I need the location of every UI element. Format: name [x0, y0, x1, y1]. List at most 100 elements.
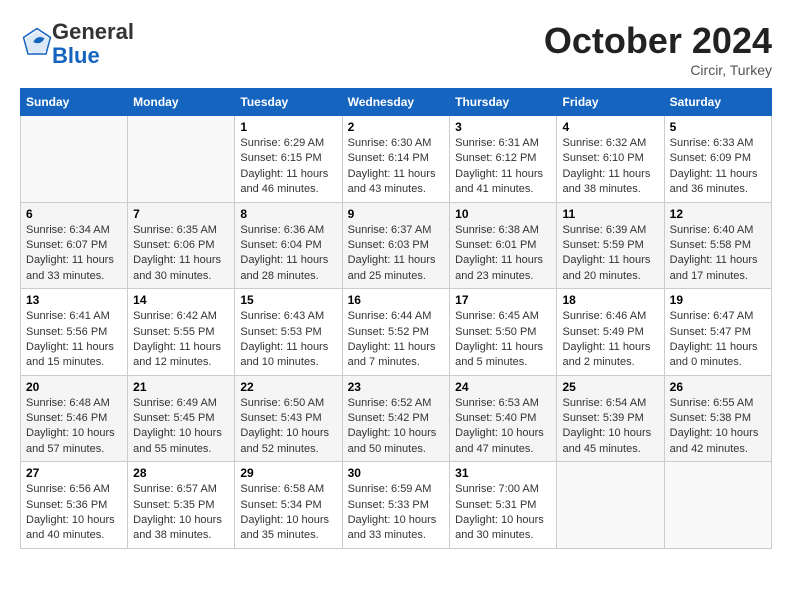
day-info: Sunrise: 6:39 AMSunset: 5:59 PMDaylight:…: [562, 223, 658, 285]
day-info: Sunrise: 6:34 AMSunset: 6:07 PMDaylight:…: [26, 223, 122, 285]
day-info: Sunrise: 6:48 AMSunset: 5:46 PMDaylight:…: [26, 396, 122, 458]
calendar-cell: 19Sunrise: 6:47 AMSunset: 5:47 PMDayligh…: [664, 289, 771, 376]
calendar-cell: 17 Sunrise: 6:45 AMSunset: 5:50 PMDayligh…: [450, 289, 557, 376]
day-number: 5: [670, 120, 766, 134]
day-number: 3: [455, 120, 551, 134]
day-header-sunday: Sunday: [21, 89, 128, 116]
day-number: 25: [562, 380, 658, 394]
day-number: 13: [26, 293, 122, 307]
day-number: 2: [348, 120, 445, 134]
calendar-cell: 1Sunrise: 6:29 AMSunset: 6:15 PMDaylight…: [235, 116, 342, 203]
calendar-cell: 30Sunrise: 6:59 AMSunset: 5:33 PMDayligh…: [342, 462, 450, 549]
day-number: 29: [240, 466, 336, 480]
day-number: 16: [348, 293, 445, 307]
day-info: Sunrise: 6:58 AMSunset: 5:34 PMDaylight:…: [240, 482, 336, 544]
calendar-cell: 23Sunrise: 6:52 AMSunset: 5:42 PMDayligh…: [342, 375, 450, 462]
day-info: Sunrise: 6:40 AMSunset: 5:58 PMDaylight:…: [670, 223, 766, 285]
day-number: 8: [240, 207, 336, 221]
day-number: 28: [133, 466, 229, 480]
day-info: Sunrise: 6:57 AMSunset: 5:35 PMDaylight:…: [133, 482, 229, 544]
day-info: Sunrise: 6:32 AMSunset: 6:10 PMDaylight:…: [562, 136, 658, 198]
day-info: Sunrise: 6:55 AMSunset: 5:38 PMDaylight:…: [670, 396, 766, 458]
calendar-cell: 26Sunrise: 6:55 AMSunset: 5:38 PMDayligh…: [664, 375, 771, 462]
calendar-cell: 7Sunrise: 6:35 AMSunset: 6:06 PMDaylight…: [128, 202, 235, 289]
day-number: 20: [26, 380, 122, 394]
calendar-cell: 28 Sunrise: 6:57 AMSunset: 5:35 PMDayligh…: [128, 462, 235, 549]
day-info: Sunrise: 6:31 AMSunset: 6:12 PMDaylight:…: [455, 136, 551, 198]
calendar-cell: 27 Sunrise: 6:56 AMSunset: 5:36 PMDayligh…: [21, 462, 128, 549]
day-info: Sunrise: 6:44 AMSunset: 5:52 PMDaylight:…: [348, 309, 445, 371]
day-number: 10: [455, 207, 551, 221]
calendar-cell: 5 Sunrise: 6:33 AMSunset: 6:09 PMDaylight…: [664, 116, 771, 203]
calendar-cell: 15 Sunrise: 6:43 AMSunset: 5:53 PMDayligh…: [235, 289, 342, 376]
day-info: Sunrise: 6:49 AMSunset: 5:45 PMDaylight:…: [133, 396, 229, 458]
calendar-cell: 25 Sunrise: 6:54 AMSunset: 5:39 PMDayligh…: [557, 375, 664, 462]
calendar-cell: 29 Sunrise: 6:58 AMSunset: 5:34 PMDayligh…: [235, 462, 342, 549]
calendar-cell: 14Sunrise: 6:42 AMSunset: 5:55 PMDayligh…: [128, 289, 235, 376]
logo-blue-text: Blue: [52, 43, 100, 68]
week-row-1: 1Sunrise: 6:29 AMSunset: 6:15 PMDaylight…: [21, 116, 772, 203]
calendar-cell: 22 Sunrise: 6:50 AMSunset: 5:43 PMDayligh…: [235, 375, 342, 462]
calendar-cell: 21 Sunrise: 6:49 AMSunset: 5:45 PMDayligh…: [128, 375, 235, 462]
calendar-cell: 9Sunrise: 6:37 AMSunset: 6:03 PMDaylight…: [342, 202, 450, 289]
day-info: Sunrise: 6:41 AMSunset: 5:56 PMDaylight:…: [26, 309, 122, 371]
day-info: Sunrise: 6:54 AMSunset: 5:39 PMDaylight:…: [562, 396, 658, 458]
week-row-5: 27 Sunrise: 6:56 AMSunset: 5:36 PMDayligh…: [21, 462, 772, 549]
day-info: Sunrise: 6:38 AMSunset: 6:01 PMDaylight:…: [455, 223, 551, 285]
calendar-table: SundayMondayTuesdayWednesdayThursdayFrid…: [20, 88, 772, 549]
day-number: 15: [240, 293, 336, 307]
day-info: Sunrise: 6:56 AMSunset: 5:36 PMDaylight:…: [26, 482, 122, 544]
day-number: 18: [562, 293, 658, 307]
day-header-thursday: Thursday: [450, 89, 557, 116]
day-info: Sunrise: 6:47 AMSunset: 5:47 PMDaylight:…: [670, 309, 766, 371]
calendar-cell: 16 Sunrise: 6:44 AMSunset: 5:52 PMDayligh…: [342, 289, 450, 376]
calendar-cell: 12Sunrise: 6:40 AMSunset: 5:58 PMDayligh…: [664, 202, 771, 289]
day-info: Sunrise: 6:59 AMSunset: 5:33 PMDaylight:…: [348, 482, 445, 544]
day-info: Sunrise: 6:50 AMSunset: 5:43 PMDaylight:…: [240, 396, 336, 458]
day-header-friday: Friday: [557, 89, 664, 116]
day-header-wednesday: Wednesday: [342, 89, 450, 116]
day-info: Sunrise: 6:33 AMSunset: 6:09 PMDaylight:…: [670, 136, 766, 198]
calendar-cell: [128, 116, 235, 203]
day-header-tuesday: Tuesday: [235, 89, 342, 116]
logo-icon: [22, 27, 52, 57]
logo: General Blue: [20, 20, 134, 68]
header-row: SundayMondayTuesdayWednesdayThursdayFrid…: [21, 89, 772, 116]
day-info: Sunrise: 6:36 AMSunset: 6:04 PMDaylight:…: [240, 223, 336, 285]
title-block: October 2024 Circir, Turkey: [544, 20, 772, 78]
calendar-cell: 31 Sunrise: 7:00 AMSunset: 5:31 PMDayligh…: [450, 462, 557, 549]
calendar-cell: 2 Sunrise: 6:30 AMSunset: 6:14 PMDaylight…: [342, 116, 450, 203]
day-number: 4: [562, 120, 658, 134]
calendar-cell: 10 Sunrise: 6:38 AMSunset: 6:01 PMDayligh…: [450, 202, 557, 289]
day-info: Sunrise: 6:43 AMSunset: 5:53 PMDaylight:…: [240, 309, 336, 371]
calendar-cell: 6Sunrise: 6:34 AMSunset: 6:07 PMDaylight…: [21, 202, 128, 289]
calendar-cell: 18 Sunrise: 6:46 AMSunset: 5:49 PMDayligh…: [557, 289, 664, 376]
day-number: 17: [455, 293, 551, 307]
day-info: Sunrise: 7:00 AMSunset: 5:31 PMDaylight:…: [455, 482, 551, 544]
day-header-monday: Monday: [128, 89, 235, 116]
day-number: 24: [455, 380, 551, 394]
calendar-cell: 20 Sunrise: 6:48 AMSunset: 5:46 PMDayligh…: [21, 375, 128, 462]
day-info: Sunrise: 6:30 AMSunset: 6:14 PMDaylight:…: [348, 136, 445, 198]
logo-general-text: General: [52, 19, 134, 44]
week-row-3: 13 Sunrise: 6:41 AMSunset: 5:56 PMDayligh…: [21, 289, 772, 376]
week-row-4: 20 Sunrise: 6:48 AMSunset: 5:46 PMDayligh…: [21, 375, 772, 462]
day-number: 27: [26, 466, 122, 480]
day-info: Sunrise: 6:35 AMSunset: 6:06 PMDaylight:…: [133, 223, 229, 285]
page-header: General Blue October 2024 Circir, Turkey: [20, 20, 772, 78]
location-title: Circir, Turkey: [544, 62, 772, 78]
day-info: Sunrise: 6:45 AMSunset: 5:50 PMDaylight:…: [455, 309, 551, 371]
day-number: 11: [562, 207, 658, 221]
day-number: 22: [240, 380, 336, 394]
calendar-cell: [21, 116, 128, 203]
day-number: 21: [133, 380, 229, 394]
day-header-saturday: Saturday: [664, 89, 771, 116]
day-info: Sunrise: 6:53 AMSunset: 5:40 PMDaylight:…: [455, 396, 551, 458]
calendar-cell: [664, 462, 771, 549]
week-row-2: 6Sunrise: 6:34 AMSunset: 6:07 PMDaylight…: [21, 202, 772, 289]
day-number: 31: [455, 466, 551, 480]
calendar-cell: 11 Sunrise: 6:39 AMSunset: 5:59 PMDayligh…: [557, 202, 664, 289]
day-number: 23: [348, 380, 445, 394]
day-info: Sunrise: 6:46 AMSunset: 5:49 PMDaylight:…: [562, 309, 658, 371]
calendar-cell: 24 Sunrise: 6:53 AMSunset: 5:40 PMDayligh…: [450, 375, 557, 462]
